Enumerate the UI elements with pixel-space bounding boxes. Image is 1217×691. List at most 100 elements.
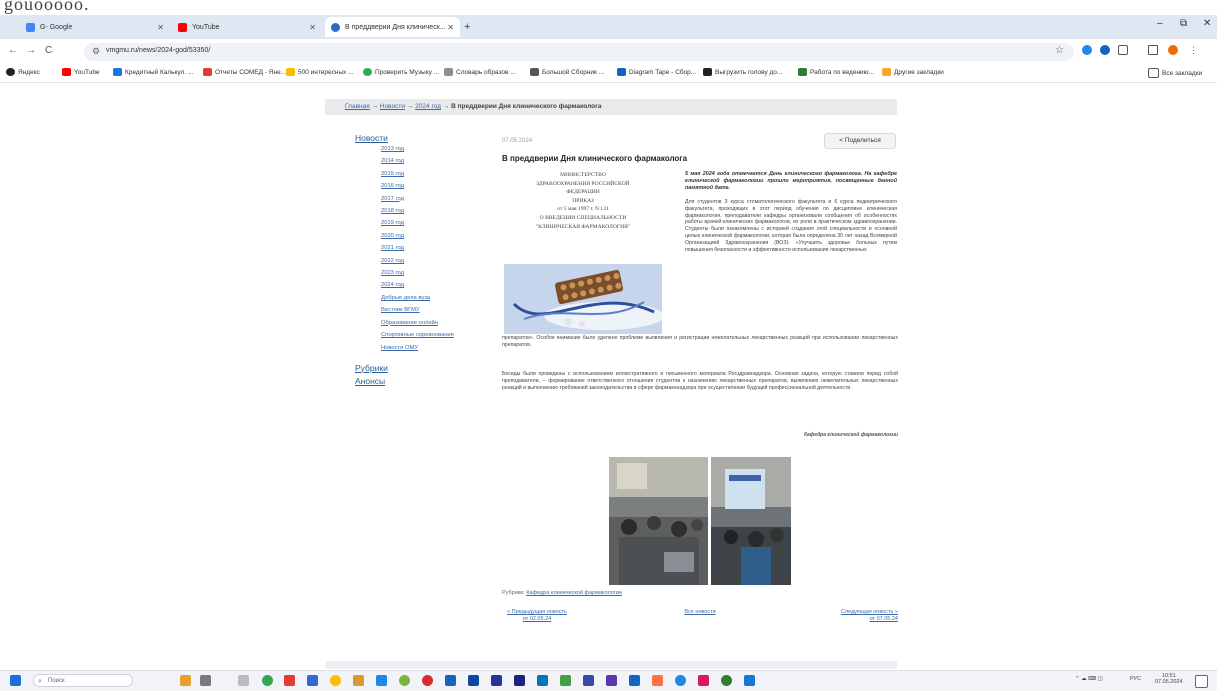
taskbar-app-icon[interactable]	[652, 675, 663, 686]
taskbar-app-icon[interactable]	[376, 675, 387, 686]
taskbar-app-icon[interactable]	[284, 675, 295, 686]
bookmark-item[interactable]: Diagram Tape - Сбор...	[617, 68, 696, 76]
taskbar-app-icon[interactable]	[399, 675, 410, 686]
reload-icon[interactable]: C	[45, 45, 52, 56]
sidebar-heading-rubrics[interactable]: Рубрики	[355, 363, 465, 373]
extension-icon[interactable]	[1082, 45, 1092, 55]
chrome-icon[interactable]	[262, 675, 273, 686]
bookmark-item[interactable]: Работа по ведению...	[798, 68, 874, 76]
sidebar-item[interactable]: 2023 год	[381, 267, 465, 279]
taskbar-app-icon[interactable]	[606, 675, 617, 686]
bookmark-item[interactable]: Большой Сборник ...	[530, 68, 604, 76]
windows-taskbar: ⌕ Поиск ⌃ ☁ ⌨ ◫ РУС 10:51 07.05.2024	[0, 670, 1217, 691]
taskbar-app-icon[interactable]	[422, 675, 433, 686]
profile-avatar-icon[interactable]	[1168, 45, 1178, 55]
bookmark-item[interactable]: YouTube	[62, 68, 100, 76]
language-indicator[interactable]: РУС	[1130, 676, 1141, 682]
sidebar-item[interactable]: Спортивные соревнования	[381, 329, 465, 342]
notifications-icon[interactable]	[1195, 675, 1208, 688]
task-view-icon[interactable]	[238, 675, 249, 686]
breadcrumb-link-year[interactable]: 2024 год	[415, 103, 441, 110]
sidebar-heading-news[interactable]: Новости	[355, 133, 465, 143]
sidebar-item[interactable]: 2020 год	[381, 230, 465, 242]
side-panel-icon[interactable]	[1118, 45, 1128, 55]
minimize-icon[interactable]: –	[1157, 18, 1163, 29]
bookmark-item[interactable]: Словарь образов ...	[444, 68, 516, 76]
maximize-icon[interactable]: ⧉	[1180, 18, 1187, 29]
tab-active-article[interactable]: В преддверии Дня клиническ... ✕	[325, 17, 460, 37]
tray-icons[interactable]: ⌃ ☁ ⌨ ◫	[1075, 676, 1103, 682]
bookmark-item[interactable]: Все закладки	[1148, 68, 1202, 78]
sidebar-item[interactable]: 2019 год	[381, 217, 465, 229]
rubric-link[interactable]: Кафедра клинической фармакологии	[526, 590, 622, 596]
bookmark-star-icon[interactable]: ☆	[1055, 45, 1064, 56]
tab-youtube[interactable]: YouTube ✕	[172, 17, 322, 37]
site-info-icon[interactable]: ⚙	[92, 46, 100, 57]
close-tab-icon[interactable]: ✕	[447, 23, 454, 32]
taskbar-app-icon[interactable]	[514, 675, 525, 686]
photo-classroom-1[interactable]	[609, 457, 708, 585]
taskbar-app-icon[interactable]	[629, 675, 640, 686]
sidebar-item[interactable]: 2015 год	[381, 168, 465, 180]
close-tab-icon[interactable]: ✕	[157, 23, 164, 32]
taskbar-app-icon[interactable]	[200, 675, 211, 686]
bookmark-item[interactable]: 500 интересных ...	[286, 68, 354, 76]
share-button[interactable]: < Поделиться	[824, 133, 896, 149]
sidebar-item[interactable]: 2022 год	[381, 255, 465, 267]
sidebar-item[interactable]: 2013 год	[381, 143, 465, 155]
next-news-link[interactable]: Следующая новость » от 07.05.24	[802, 609, 898, 623]
taskbar-app-icon[interactable]	[675, 675, 686, 686]
back-icon[interactable]: ←	[8, 45, 18, 56]
taskbar-app-icon[interactable]	[307, 675, 318, 686]
taskbar-app-icon[interactable]	[180, 675, 191, 686]
sidebar-item[interactable]: 2018 год	[381, 205, 465, 217]
extension-icon[interactable]	[1100, 45, 1110, 55]
taskbar-app-icon[interactable]	[560, 675, 571, 686]
taskbar-app-icon[interactable]	[721, 675, 732, 686]
forward-icon[interactable]: →	[26, 45, 36, 56]
download-icon[interactable]	[1148, 45, 1158, 55]
sidebar-item[interactable]: 2017 год	[381, 193, 465, 205]
bookmark-item[interactable]: Отчеты СОМЕД - Яне...	[203, 68, 286, 76]
taskbar-app-icon[interactable]	[583, 675, 594, 686]
new-tab-icon[interactable]: +	[464, 21, 470, 33]
address-bar[interactable]: ⚙ vmgmu.ru/news/2024-god/53350/ ☆	[84, 43, 1074, 61]
bookmark-item[interactable]: Другие закладки	[882, 68, 944, 76]
photo-classroom-2[interactable]	[711, 457, 791, 585]
prev-news-link[interactable]: « Предыдущая новость от 02.05.24	[502, 609, 572, 623]
taskbar-app-icon[interactable]	[491, 675, 502, 686]
sidebar-item[interactable]: Добрые дела вуза	[381, 292, 465, 304]
bookmark-item[interactable]: Выгрузить голову до...	[703, 68, 782, 76]
browser-tab-bar: G- Google ✕ YouTube ✕ В преддверии Дня к…	[0, 15, 1217, 39]
file-explorer-icon[interactable]	[353, 675, 364, 686]
taskbar-app-icon[interactable]	[445, 675, 456, 686]
taskbar-app-icon[interactable]	[468, 675, 479, 686]
doc-line: "КЛИНИЧЕСКАЯ ФАРМАКОЛОГИЯ"	[535, 223, 631, 230]
sidebar-item[interactable]: Вестник ВГМУ	[381, 304, 465, 316]
taskbar-app-icon[interactable]	[330, 675, 341, 686]
taskbar-app-icon[interactable]	[537, 675, 548, 686]
word-icon[interactable]	[744, 675, 755, 686]
close-tab-icon[interactable]: ✕	[309, 23, 316, 32]
sidebar-item[interactable]: 2014 год	[381, 155, 465, 167]
sidebar-heading-announcements[interactable]: Анонсы	[355, 376, 465, 386]
sidebar-item[interactable]: 2021 год	[381, 242, 465, 254]
sidebar-item[interactable]: 2016 год	[381, 180, 465, 192]
bookmark-item[interactable]: Проверить Музыку ...	[363, 68, 439, 76]
sidebar-item[interactable]: Образование онлайн	[381, 317, 465, 329]
close-window-icon[interactable]: ✕	[1203, 18, 1211, 29]
sidebar-item[interactable]: 2024 год	[381, 279, 465, 291]
taskbar-app-icon[interactable]	[698, 675, 709, 686]
sidebar-item[interactable]: Новости ОМУ	[381, 342, 465, 354]
breadcrumb-link-home[interactable]: Главная	[345, 103, 370, 110]
all-news-link[interactable]: Все новости	[670, 609, 730, 616]
tab-google[interactable]: G- Google ✕	[20, 17, 170, 37]
bookmark-item[interactable]: Яндекс	[6, 68, 40, 76]
bookmark-item[interactable]: Кредитный Калькул. ...	[113, 68, 193, 76]
taskbar-search[interactable]: ⌕ Поиск	[33, 674, 133, 687]
start-menu-icon[interactable]	[10, 675, 21, 686]
breadcrumb-link-news[interactable]: Новости	[380, 103, 405, 110]
menu-dots-icon[interactable]: ⋮	[1189, 45, 1199, 55]
url-text[interactable]: vmgmu.ru/news/2024-god/53350/	[106, 47, 210, 54]
clock[interactable]: 10:51 07.05.2024	[1155, 673, 1183, 685]
